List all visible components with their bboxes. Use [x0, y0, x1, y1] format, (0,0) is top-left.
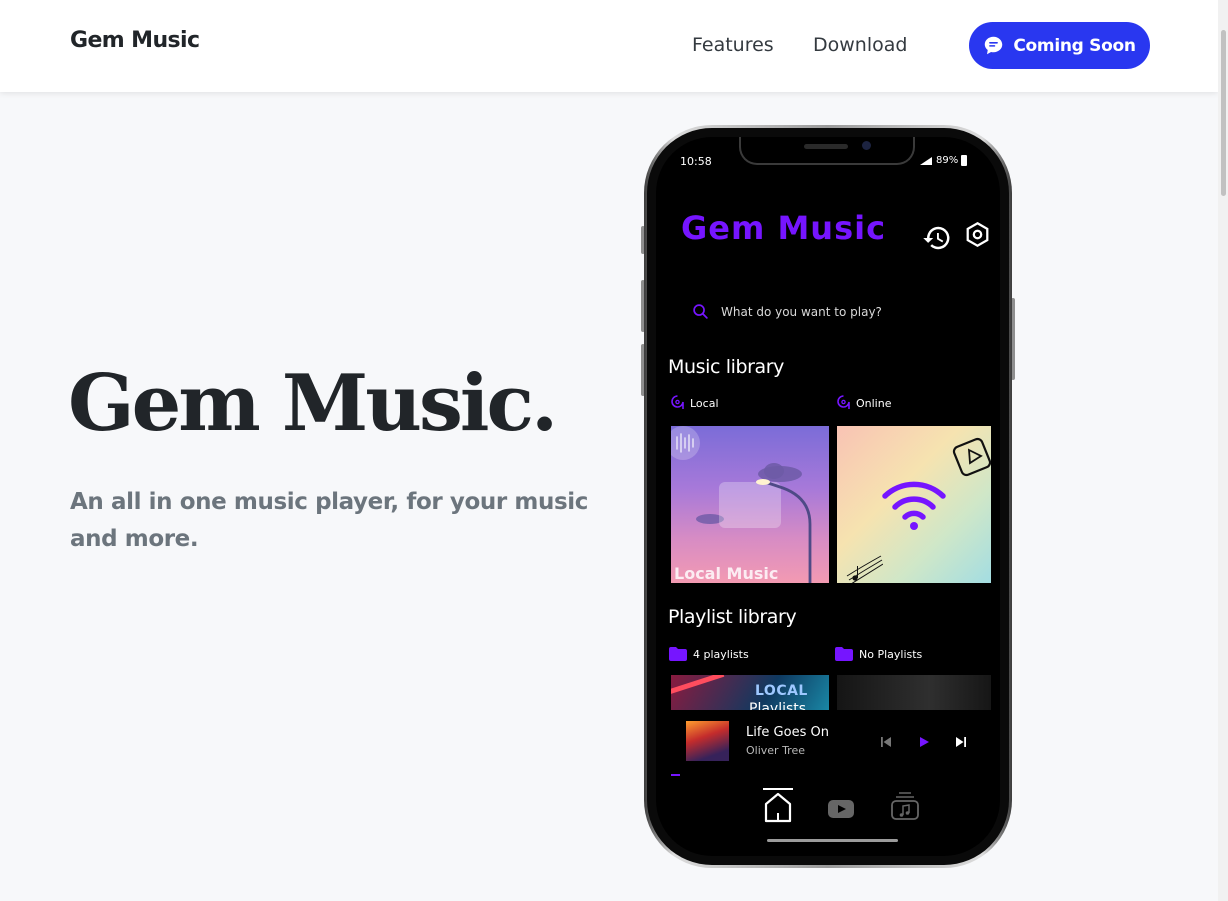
coming-soon-label: Coming Soon	[1013, 35, 1136, 56]
category-no-playlists-label: No Playlists	[859, 647, 923, 661]
hero-title: Gem Music.	[68, 358, 558, 449]
nav-link-download[interactable]: Download	[813, 34, 907, 56]
local-music-card[interactable]: Local Music	[671, 426, 829, 583]
category-local[interactable]: Local	[671, 395, 719, 412]
music-staff-icon	[846, 555, 883, 583]
red-light-stripe	[671, 675, 725, 696]
now-playing-song: Life Goes On	[746, 725, 829, 740]
scrollbar-thumb[interactable]	[1221, 30, 1226, 196]
sound-wave-icon	[671, 426, 700, 460]
category-online[interactable]: Online	[837, 395, 891, 412]
chat-bubble-icon	[985, 36, 1003, 55]
playback-progress[interactable]	[671, 774, 680, 776]
wifi-icon	[882, 481, 946, 530]
settings-icon[interactable]	[964, 221, 991, 248]
folder-icon	[835, 647, 853, 661]
search-icon	[693, 304, 708, 319]
folder-icon	[669, 647, 687, 661]
now-playing-artist: Oliver Tree	[746, 744, 805, 757]
category-local-label: Local	[690, 397, 719, 410]
play-box-icon	[952, 437, 991, 477]
phone-mockup: 10:58 89% Gem Music What do you want to …	[644, 125, 1012, 868]
history-icon[interactable]	[922, 223, 952, 253]
top-navbar: Gem Music Features Download Coming Soon	[0, 0, 1218, 92]
category-4-playlists[interactable]: 4 playlists	[669, 647, 749, 661]
status-right: 89%	[919, 155, 968, 166]
music-note-icon	[671, 395, 684, 409]
youtube-icon[interactable]	[827, 799, 855, 819]
music-note-icon	[837, 395, 850, 409]
status-time: 10:58	[680, 155, 712, 168]
playlist-library-title: Playlist library	[668, 606, 797, 628]
local-playlists-card[interactable]: LOCAL Playlists	[671, 675, 829, 715]
album-art	[686, 721, 729, 761]
no-playlists-card[interactable]	[837, 675, 991, 715]
brand-logo[interactable]: Gem Music	[70, 28, 200, 53]
app-title: Gem Music	[681, 209, 887, 247]
music-library-title: Music library	[668, 356, 785, 378]
now-playing-bar[interactable]: Life Goes On Oliver Tree	[656, 710, 1000, 777]
skip-next-icon[interactable]	[955, 736, 967, 748]
library-icon[interactable]	[890, 791, 920, 821]
play-icon[interactable]	[918, 736, 930, 748]
battery-icon	[961, 155, 968, 166]
search-bar[interactable]	[692, 303, 921, 320]
category-4-playlists-label: 4 playlists	[693, 647, 749, 661]
local-music-card-text: Local Music	[674, 564, 779, 583]
phone-screen: 10:58 89% Gem Music What do you want to …	[656, 137, 1000, 856]
nav-link-features[interactable]: Features	[692, 34, 774, 56]
local-playlists-card-text: LOCAL	[755, 683, 808, 699]
search-input[interactable]	[721, 304, 921, 319]
hero-subtitle: An all in one music player, for your mus…	[70, 489, 588, 552]
battery-percent: 89%	[936, 155, 959, 166]
home-indicator	[767, 839, 898, 842]
category-no-playlists[interactable]: No Playlists	[835, 647, 922, 661]
skip-previous-icon[interactable]	[880, 736, 892, 748]
phone-speaker	[804, 144, 848, 149]
phone-notch	[739, 137, 915, 165]
home-icon[interactable]	[762, 788, 794, 824]
online-music-card[interactable]	[837, 426, 991, 583]
signal-icon	[920, 156, 932, 165]
coming-soon-button[interactable]: Coming Soon	[969, 22, 1150, 69]
category-online-label: Online	[856, 397, 892, 410]
phone-camera	[862, 141, 871, 150]
